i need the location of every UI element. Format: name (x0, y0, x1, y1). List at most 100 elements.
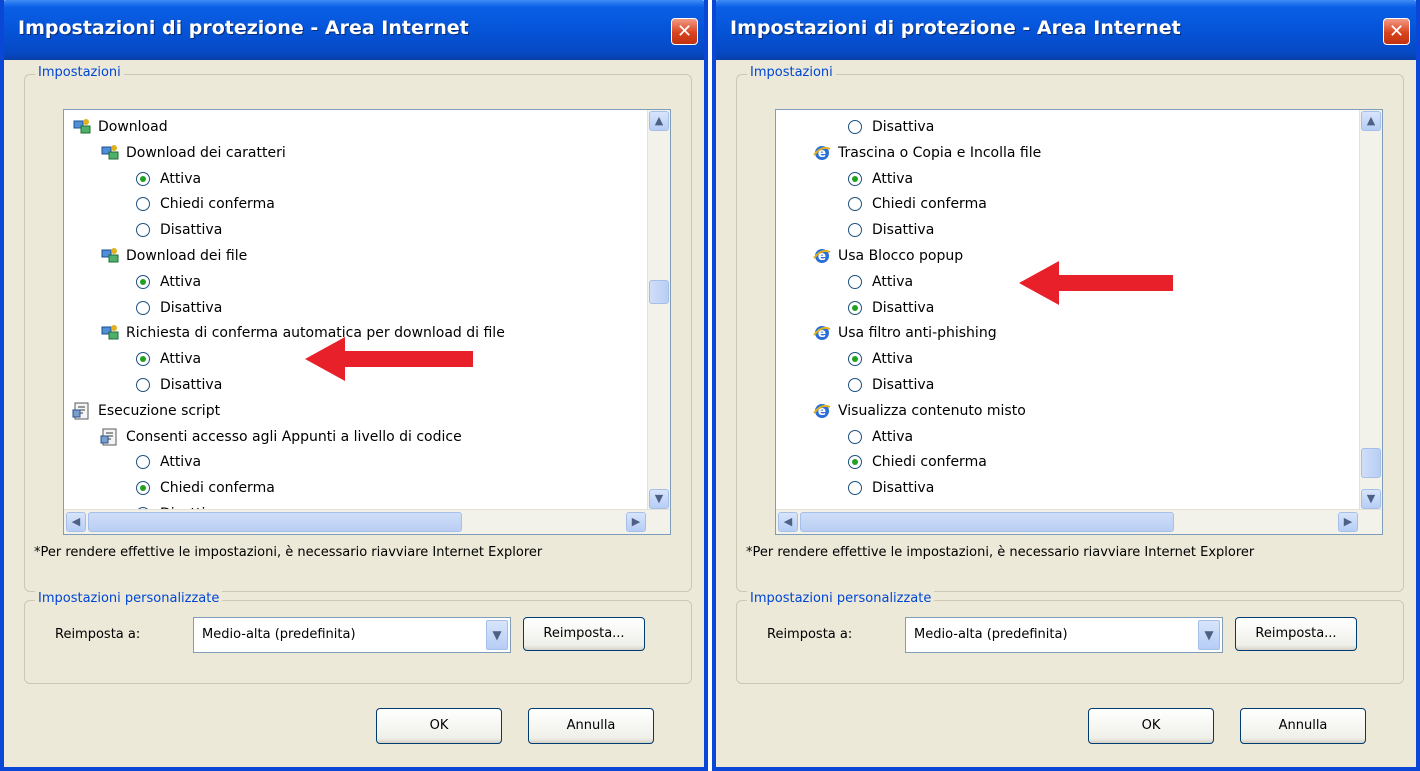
radio-option[interactable]: Disattiva (848, 217, 934, 243)
security-settings-dialog-left: Impostazioni di protezione - Area Intern… (0, 0, 708, 771)
radio-checked-icon[interactable] (848, 455, 862, 470)
horizontal-scroll-thumb[interactable] (800, 512, 1174, 532)
custom-settings-group-label: Impostazioni personalizzate (747, 591, 935, 606)
radio-option[interactable]: Disattiva (136, 217, 222, 243)
tree-setting: Download dei caratteri (100, 140, 286, 166)
cancel-button[interactable]: Annulla (1240, 708, 1366, 744)
settings-listbox[interactable]: Disattiva e Trascina o Copia e Incolla fil… (775, 109, 1383, 535)
radio-unchecked-icon[interactable] (848, 120, 862, 134)
horizontal-scrollbar[interactable]: ◀ ▶ (64, 509, 670, 534)
radio-option[interactable]: Attiva (848, 346, 913, 372)
dialog-title: Impostazioni di protezione - Area Intern… (730, 17, 1181, 39)
restart-note: *Per rendere effettive le impostazioni, … (746, 545, 1255, 560)
radio-checked-icon[interactable] (848, 171, 862, 186)
dropdown-button[interactable]: ▼ (486, 620, 508, 650)
reset-button[interactable]: Reimposta... (1235, 617, 1357, 651)
radio-option[interactable]: Attiva (848, 269, 913, 295)
scroll-right-button[interactable]: ▶ (626, 512, 646, 532)
radio-option[interactable]: Attiva (848, 424, 913, 450)
scroll-down-button[interactable]: ▼ (649, 489, 669, 509)
vertical-scrollbar[interactable]: ▲ ▼ (1359, 110, 1382, 510)
radio-option[interactable]: Chiedi conferma (136, 191, 275, 217)
radio-unchecked-icon[interactable] (136, 300, 150, 315)
chevron-left-icon: ◀ (71, 515, 81, 528)
reset-level-value: Medio-alta (predefinita) (914, 627, 1068, 642)
tree-item-label: Attiva (160, 170, 202, 187)
radio-unchecked-icon[interactable] (136, 223, 150, 238)
horizontal-scrollbar[interactable]: ◀ ▶ (776, 509, 1382, 534)
scroll-up-button[interactable]: ▲ (1361, 111, 1381, 131)
tree-setting: Download dei file (100, 243, 247, 269)
tree-item-label: Attiva (872, 273, 914, 290)
radio-option[interactable]: Attiva (848, 166, 913, 192)
radio-unchecked-icon[interactable] (848, 223, 862, 238)
radio-option[interactable]: Chiedi conferma (848, 449, 987, 475)
radio-option[interactable]: Chiedi conferma (848, 191, 987, 217)
title-bar[interactable]: Impostazioni di protezione - Area Intern… (4, 0, 704, 60)
cancel-button[interactable]: Annulla (528, 708, 654, 744)
radio-option[interactable]: Attiva (136, 269, 201, 295)
radio-option[interactable]: Disattiva (848, 475, 934, 501)
radio-unchecked-icon[interactable] (136, 378, 150, 392)
radio-option[interactable]: Attiva (136, 346, 201, 372)
tree-item-label: Attiva (872, 170, 914, 187)
radio-unchecked-icon[interactable] (848, 274, 862, 289)
reset-level-select[interactable]: Medio-alta (predefinita) ▼ (905, 617, 1223, 653)
close-button[interactable]: ✕ (671, 18, 698, 45)
radio-unchecked-icon[interactable] (136, 455, 150, 470)
radio-checked-icon[interactable] (136, 352, 150, 367)
tree-item-label: Attiva (160, 273, 202, 290)
scroll-right-button[interactable]: ▶ (1338, 512, 1358, 532)
ie-icon: e (812, 246, 832, 266)
radio-option[interactable]: Disattiva (136, 372, 222, 398)
scroll-thumb[interactable] (1361, 448, 1381, 478)
scroll-left-button[interactable]: ◀ (66, 512, 86, 532)
radio-unchecked-icon[interactable] (848, 481, 862, 496)
scroll-up-button[interactable]: ▲ (649, 111, 669, 131)
settings-tree: Disattiva e Trascina o Copia e Incolla fil… (776, 110, 1356, 510)
radio-option[interactable]: Disattiva (136, 295, 222, 321)
settings-group: Impostazioni Disattiva e Trascina o Copia … (736, 65, 1404, 592)
network-icon (100, 323, 120, 343)
settings-group-label: Impostazioni (35, 65, 124, 80)
radio-checked-icon[interactable] (136, 481, 150, 496)
close-button[interactable]: ✕ (1383, 18, 1410, 45)
tree-setting: e Usa Blocco popup (812, 243, 963, 269)
title-bar[interactable]: Impostazioni di protezione - Area Intern… (716, 0, 1416, 60)
radio-option[interactable]: Disattiva (848, 372, 934, 398)
radio-unchecked-icon[interactable] (848, 197, 862, 212)
ok-button[interactable]: OK (1088, 708, 1214, 744)
red-arrow-icon (305, 337, 473, 381)
scroll-thumb[interactable] (649, 280, 669, 304)
radio-unchecked-icon[interactable] (848, 378, 862, 392)
dropdown-button[interactable]: ▼ (1198, 620, 1220, 650)
radio-option[interactable]: Disattiva (848, 114, 934, 140)
tree-item-label: Usa filtro anti-phishing (838, 325, 997, 342)
settings-listbox[interactable]: Download Download dei caratteri Attiva Chie… (63, 109, 671, 535)
radio-option[interactable]: Chiedi conferma (136, 475, 275, 501)
reset-button[interactable]: Reimposta... (523, 617, 645, 651)
chevron-down-icon: ▼ (1366, 492, 1376, 505)
radio-checked-icon[interactable] (848, 352, 862, 367)
horizontal-scroll-thumb[interactable] (88, 512, 462, 532)
radio-option[interactable]: Attiva (136, 449, 201, 475)
radio-option[interactable]: Attiva (136, 166, 201, 192)
chevron-down-icon: ▼ (492, 628, 502, 642)
ok-button[interactable]: OK (376, 708, 502, 744)
scroll-left-button[interactable]: ◀ (778, 512, 798, 532)
scroll-down-button[interactable]: ▼ (1361, 489, 1381, 509)
radio-unchecked-icon[interactable] (848, 429, 862, 444)
radio-option[interactable]: Disattiva (848, 295, 934, 321)
chevron-up-icon: ▲ (654, 114, 664, 127)
tree-category: Download (72, 114, 168, 140)
settings-tree: Download Download dei caratteri Attiva Chie… (64, 110, 644, 510)
reset-to-label: Reimposta a: (767, 627, 853, 642)
ie-icon: e (812, 401, 832, 421)
reset-level-select[interactable]: Medio-alta (predefinita) ▼ (193, 617, 511, 653)
custom-settings-group: Impostazioni personalizzate Reimposta a:… (24, 591, 692, 684)
radio-unchecked-icon[interactable] (136, 197, 150, 212)
radio-checked-icon[interactable] (136, 274, 150, 289)
radio-checked-icon[interactable] (848, 300, 862, 315)
radio-checked-icon[interactable] (136, 171, 150, 186)
vertical-scrollbar[interactable]: ▲ ▼ (647, 110, 670, 510)
